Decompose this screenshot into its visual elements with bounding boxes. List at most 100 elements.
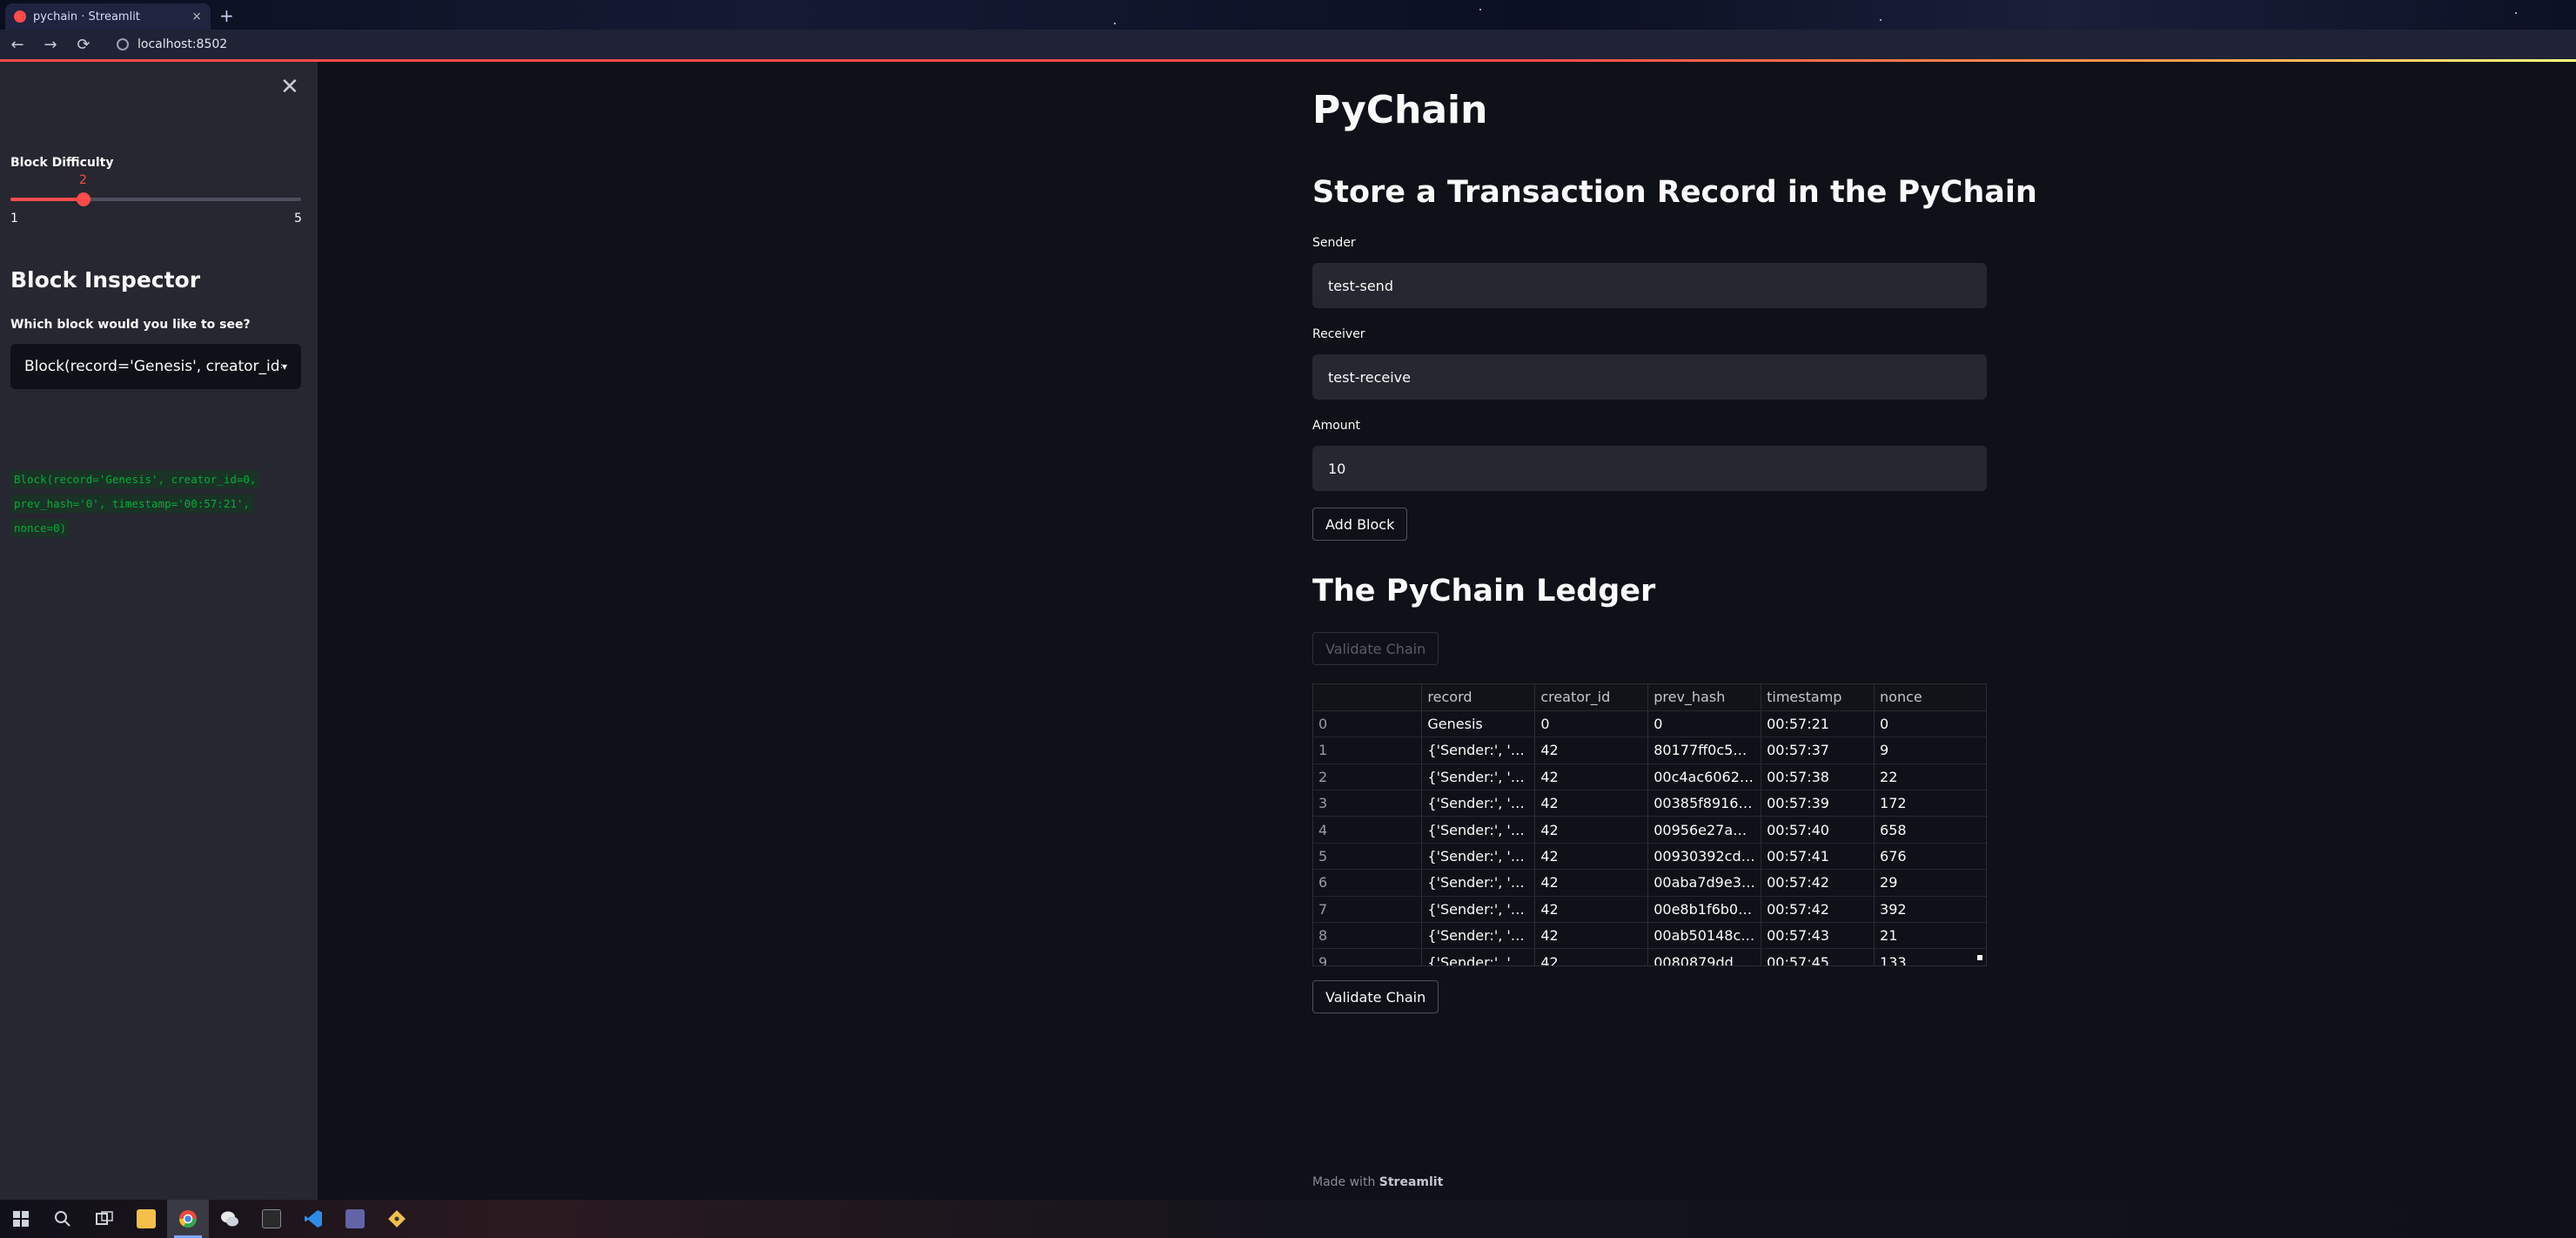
cell-record[interactable]: {'Sender:', 'test-send', 'Receiver:'} [1421, 790, 1536, 817]
terminal-icon[interactable] [251, 1200, 292, 1238]
git-icon[interactable] [376, 1200, 418, 1238]
table-row[interactable]: 3{'Sender:', 'test-send', 'Receiver:'}42… [1313, 790, 1986, 817]
cell-creator-id[interactable]: 42 [1534, 922, 1649, 950]
cell-timestamp[interactable]: 00:57:42 [1761, 896, 1875, 924]
chrome-icon[interactable] [167, 1200, 209, 1238]
table-row[interactable]: 0 Genesis 0 0 00:57:21 0 [1313, 710, 1986, 738]
slider-thumb[interactable] [76, 192, 91, 206]
cell-timestamp[interactable]: 00:57:40 [1761, 816, 1875, 844]
cell-timestamp[interactable]: 00:57:45 [1761, 948, 1875, 966]
cell-prev-hash[interactable]: 80177ff0c5435ffcafd5fd7 [1647, 737, 1762, 764]
row-index[interactable]: 1 [1313, 737, 1423, 764]
column-header[interactable]: timestamp [1761, 684, 1875, 711]
row-index[interactable]: 8 [1313, 922, 1423, 950]
cell-prev-hash[interactable]: 00aba7d9e3ec96a4c3851 [1647, 869, 1762, 897]
cell-record[interactable]: {'Sender:', 'test-send', 'Receiver:'} [1421, 816, 1536, 844]
reload-icon[interactable]: ⟳ [75, 36, 92, 54]
wechat-icon[interactable] [209, 1200, 251, 1238]
add-block-button[interactable]: Add Block [1312, 508, 1408, 541]
file-explorer-icon[interactable] [125, 1200, 167, 1238]
row-index[interactable]: 0 [1313, 710, 1423, 738]
sidebar-close-icon[interactable]: ✕ [280, 74, 299, 100]
table-row[interactable]: 8{'Sender:', 'test-send', 'Receiver:'}42… [1313, 922, 1986, 950]
difficulty-slider[interactable]: 2 [10, 173, 301, 206]
cell-creator-id[interactable]: 42 [1534, 948, 1649, 966]
block-select[interactable]: Block(record='Genesis', creator_id=0… ▾ [10, 344, 301, 389]
table-row[interactable]: 6{'Sender:', 'test-send', 'Receiver:'}42… [1313, 869, 1986, 897]
column-header[interactable]: record [1421, 684, 1536, 711]
new-tab-button[interactable]: + [219, 5, 234, 26]
cell-creator-id[interactable]: 42 [1534, 764, 1649, 791]
table-row[interactable]: 9{'Sender:', 'test-send', 'Receiver:'}42… [1313, 948, 1986, 966]
cell-prev-hash[interactable]: 00e8b1f6b003587a3762b [1647, 896, 1762, 924]
cell-timestamp[interactable]: 00:57:37 [1761, 737, 1875, 764]
browser-tab[interactable]: pychain · Streamlit × [5, 3, 211, 30]
column-header[interactable] [1313, 684, 1423, 711]
windows-start-icon[interactable] [0, 1200, 42, 1238]
column-header[interactable]: prev_hash [1647, 684, 1762, 711]
cell-prev-hash[interactable]: 0080879dd128cf363bde9 [1647, 948, 1762, 966]
validate-chain-button[interactable]: Validate Chain [1312, 980, 1439, 1013]
table-resize-handle[interactable] [1977, 955, 1982, 960]
cell-nonce[interactable]: 133 [1874, 948, 1986, 966]
receiver-input[interactable]: test-receive [1312, 354, 1987, 400]
cell-prev-hash[interactable]: 00c4ac606220e4124fa43f [1647, 764, 1762, 791]
cell-prev-hash[interactable]: 00ab50148c472da962848 [1647, 922, 1762, 950]
cell-nonce[interactable]: 676 [1874, 843, 1986, 871]
table-row[interactable]: 1{'Sender:', 'test send', 'Receiver:'}42… [1313, 737, 1986, 764]
amount-input[interactable]: 10 [1312, 446, 1987, 491]
cell-record[interactable]: {'Sender:', 'test-send', 'Receiver:'} [1421, 922, 1536, 950]
teams-icon[interactable] [334, 1200, 376, 1238]
vscode-icon[interactable] [292, 1200, 334, 1238]
table-row[interactable]: 4{'Sender:', 'test-send', 'Receiver:'}42… [1313, 816, 1986, 844]
table-row[interactable]: 2{'Sender:', 'test-send', 'Receiver:'}42… [1313, 764, 1986, 791]
back-icon[interactable]: ← [9, 36, 26, 54]
task-view-icon[interactable] [84, 1200, 125, 1238]
cell-nonce[interactable]: 29 [1874, 869, 1986, 897]
row-index[interactable]: 2 [1313, 764, 1423, 791]
cell-nonce[interactable]: 0 [1874, 710, 1986, 738]
cell-nonce[interactable]: 22 [1874, 764, 1986, 791]
cell-timestamp[interactable]: 00:57:21 [1761, 710, 1875, 738]
ledger-table[interactable]: record creator_id prev_hash timestamp no… [1312, 683, 1987, 966]
column-header[interactable]: creator_id [1534, 684, 1649, 711]
cell-timestamp[interactable]: 00:57:43 [1761, 922, 1875, 950]
cell-creator-id[interactable]: 42 [1534, 843, 1649, 871]
row-index[interactable]: 3 [1313, 790, 1423, 817]
row-index[interactable]: 6 [1313, 869, 1423, 897]
cell-record[interactable]: {'Sender:', 'test-send', 'Receiver:'} [1421, 948, 1536, 966]
cell-timestamp[interactable]: 00:57:42 [1761, 869, 1875, 897]
cell-record[interactable]: {'Sender:', 'test-send', 'Receiver:'} [1421, 869, 1536, 897]
cell-nonce[interactable]: 172 [1874, 790, 1986, 817]
cell-record[interactable]: {'Sender:', 'test-send', 'Receiver:'} [1421, 896, 1536, 924]
cell-nonce[interactable]: 21 [1874, 922, 1986, 950]
url-field[interactable]: localhost:8502 [117, 37, 227, 51]
tab-close-icon[interactable]: × [191, 10, 202, 24]
table-row[interactable]: 7{'Sender:', 'test-send', 'Receiver:'}42… [1313, 896, 1986, 924]
cell-nonce[interactable]: 9 [1874, 737, 1986, 764]
table-row[interactable]: 5{'Sender:', 'test-send', 'Receiver:'}42… [1313, 843, 1986, 871]
cell-prev-hash[interactable]: 00930392cda74bb7d18bd [1647, 843, 1762, 871]
cell-creator-id[interactable]: 42 [1534, 790, 1649, 817]
cell-nonce[interactable]: 392 [1874, 896, 1986, 924]
site-info-icon[interactable] [117, 38, 129, 50]
cell-prev-hash[interactable]: 00956e27ad2935639454d [1647, 816, 1762, 844]
cell-record[interactable]: Genesis [1421, 710, 1536, 738]
cell-nonce[interactable]: 658 [1874, 816, 1986, 844]
cell-timestamp[interactable]: 00:57:41 [1761, 843, 1875, 871]
cell-creator-id[interactable]: 0 [1534, 710, 1649, 738]
cell-record[interactable]: {'Sender:', 'test send', 'Receiver:'} [1421, 737, 1536, 764]
forward-icon[interactable]: → [42, 36, 59, 54]
row-index[interactable]: 4 [1313, 816, 1423, 844]
cell-timestamp[interactable]: 00:57:38 [1761, 764, 1875, 791]
search-icon[interactable] [42, 1200, 84, 1238]
cell-prev-hash[interactable]: 0 [1647, 710, 1762, 738]
cell-creator-id[interactable]: 42 [1534, 869, 1649, 897]
cell-creator-id[interactable]: 42 [1534, 737, 1649, 764]
cell-creator-id[interactable]: 42 [1534, 896, 1649, 924]
cell-record[interactable]: {'Sender:', 'test-send', 'Receiver:'} [1421, 764, 1536, 791]
streamlit-link[interactable]: Streamlit [1379, 1175, 1444, 1189]
row-index[interactable]: 9 [1313, 948, 1423, 966]
cell-creator-id[interactable]: 42 [1534, 816, 1649, 844]
column-header[interactable]: nonce [1874, 684, 1986, 711]
